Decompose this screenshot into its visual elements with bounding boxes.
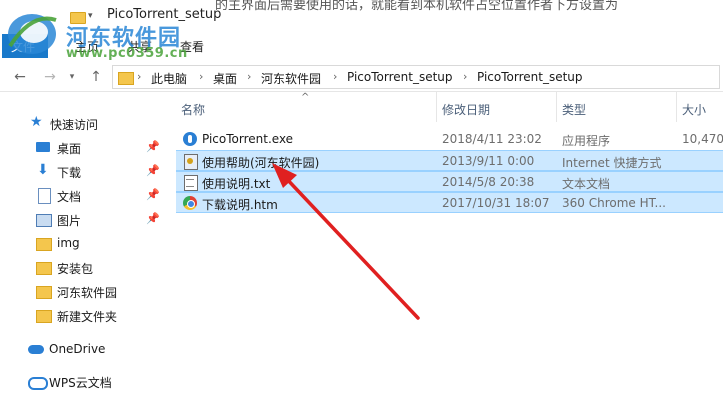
sidebar-item-hedong[interactable]: 河东软件园 bbox=[0, 280, 170, 302]
file-date: 2013/9/11 0:00 bbox=[442, 154, 535, 168]
pin-icon[interactable]: 📌 bbox=[146, 140, 160, 153]
htm-icon bbox=[183, 196, 197, 210]
folder-icon bbox=[36, 284, 52, 299]
sidebar-item-label: 桌面 bbox=[57, 142, 82, 156]
breadcrumb-separator[interactable]: › bbox=[199, 70, 203, 83]
watermark-logo-icon bbox=[8, 14, 57, 54]
column-header-name[interactable]: 名称 bbox=[181, 101, 205, 118]
file-name: 下载说明.htm bbox=[202, 198, 278, 212]
sidebar-item-label: 文档 bbox=[57, 190, 82, 204]
breadcrumb-hedong[interactable]: 河东软件园 bbox=[261, 70, 321, 87]
pin-icon[interactable]: 📌 bbox=[146, 188, 160, 201]
sidebar-item-label: 快速访问 bbox=[50, 118, 99, 132]
file-date: 2017/10/31 18:07 bbox=[442, 196, 550, 210]
file-date: 2018/4/11 23:02 bbox=[442, 132, 542, 146]
sidebar-item-onedrive[interactable]: OneDrive bbox=[0, 338, 170, 360]
breadcrumb-separator[interactable]: › bbox=[463, 70, 467, 83]
table-row[interactable]: 使用说明.txt 2014/5/8 20:38 文本文档 bbox=[176, 171, 723, 192]
sidebar-item-desktop[interactable]: 桌面 📌 bbox=[0, 136, 170, 158]
document-icon bbox=[36, 188, 51, 204]
sidebar-item-install-packages[interactable]: 安装包 bbox=[0, 256, 170, 278]
navigation-pane: 快速访问 桌面 📌 下载 📌 文档 📌 图片 📌 img 安装包 河东软件园 新… bbox=[0, 92, 170, 400]
forward-arrow-icon[interactable]: → bbox=[42, 69, 58, 85]
file-type: Internet 快捷方式 bbox=[562, 156, 662, 170]
title-and-ribbon: ▾ PicoTorrent_setup 的主界面后需要使用的话，就能看到本机软件… bbox=[0, 0, 723, 61]
sidebar-item-label: 新建文件夹 bbox=[57, 310, 118, 324]
breadcrumb-this-pc[interactable]: 此电脑 bbox=[151, 70, 187, 87]
sidebar-item-img[interactable]: img bbox=[0, 232, 170, 254]
column-divider[interactable] bbox=[436, 92, 437, 122]
file-list: ^ 名称 修改日期 类型 大小 PicoTorrent.exe 2018/4/1… bbox=[176, 92, 723, 400]
sidebar-item-label: 下载 bbox=[57, 166, 82, 180]
download-icon bbox=[36, 162, 51, 178]
pin-icon[interactable]: 📌 bbox=[146, 212, 160, 225]
file-name: 使用说明.txt bbox=[202, 177, 271, 191]
exe-icon bbox=[183, 132, 197, 146]
breadcrumb-setup-1[interactable]: PicoTorrent_setup bbox=[347, 70, 453, 84]
column-header-date[interactable]: 修改日期 bbox=[442, 101, 490, 118]
table-row[interactable]: 使用帮助(河东软件园) 2013/9/11 0:00 Internet 快捷方式 bbox=[176, 150, 723, 171]
sidebar-item-label: OneDrive bbox=[49, 342, 106, 356]
file-size: 10,470 bbox=[682, 132, 723, 146]
table-row[interactable]: PicoTorrent.exe 2018/4/11 23:02 应用程序 10,… bbox=[176, 129, 723, 150]
column-header-size[interactable]: 大小 bbox=[682, 101, 706, 118]
file-name: PicoTorrent.exe bbox=[202, 132, 294, 146]
file-type: 应用程序 bbox=[562, 134, 611, 148]
navigation-bar: ← → ▾ ↑ › 此电脑 › 桌面 › 河东软件园 › PicoTorrent… bbox=[0, 62, 723, 92]
folder-icon bbox=[36, 260, 52, 275]
breadcrumb-setup-2[interactable]: PicoTorrent_setup bbox=[477, 70, 583, 84]
sidebar-item-label: 图片 bbox=[57, 214, 82, 228]
up-arrow-icon[interactable]: ↑ bbox=[88, 69, 104, 85]
table-row[interactable]: 下载说明.htm 2017/10/31 18:07 360 Chrome HT.… bbox=[176, 192, 723, 213]
quick-access-dropdown-icon[interactable]: ▾ bbox=[88, 12, 96, 21]
breadcrumb-separator[interactable]: › bbox=[137, 70, 141, 83]
breadcrumb-separator[interactable]: › bbox=[247, 70, 251, 83]
sidebar-item-documents[interactable]: 文档 📌 bbox=[0, 184, 170, 206]
sidebar-item-downloads[interactable]: 下载 📌 bbox=[0, 160, 170, 182]
desktop-icon bbox=[36, 140, 51, 154]
sidebar-item-label: WPS云文档 bbox=[49, 376, 112, 390]
file-type: 文本文档 bbox=[562, 177, 611, 191]
onedrive-icon bbox=[28, 342, 44, 356]
chm-icon bbox=[183, 154, 198, 170]
breadcrumb-desktop[interactable]: 桌面 bbox=[213, 70, 237, 87]
background-text: 的主界面后需要使用的话，就能看到本机软件占空位置作者下方设置为 bbox=[215, 0, 619, 13]
pin-icon[interactable]: 📌 bbox=[146, 164, 160, 177]
column-header-type[interactable]: 类型 bbox=[562, 101, 586, 118]
column-divider[interactable] bbox=[676, 92, 677, 122]
pictures-icon bbox=[36, 212, 52, 227]
file-name: 使用帮助(河东软件园) bbox=[202, 156, 320, 170]
folder-icon bbox=[36, 236, 52, 251]
recent-locations-icon[interactable]: ▾ bbox=[64, 69, 80, 85]
address-bar[interactable]: › 此电脑 › 桌面 › 河东软件园 › PicoTorrent_setup ›… bbox=[112, 65, 720, 89]
sidebar-item-label: 安装包 bbox=[57, 262, 94, 276]
sidebar-item-label: img bbox=[57, 236, 80, 250]
back-arrow-icon[interactable]: ← bbox=[12, 69, 28, 85]
txt-icon bbox=[183, 175, 198, 191]
sidebar-item-label: 河东软件园 bbox=[57, 286, 118, 300]
column-divider[interactable] bbox=[556, 92, 557, 122]
sort-caret-icon: ^ bbox=[301, 92, 310, 103]
sidebar-item-new-folder[interactable]: 新建文件夹 bbox=[0, 304, 170, 326]
star-icon bbox=[30, 114, 45, 130]
watermark-url: www.pc0359.cn bbox=[66, 46, 188, 61]
sidebar-item-quick-access[interactable]: 快速访问 bbox=[0, 112, 170, 134]
sidebar-item-pictures[interactable]: 图片 📌 bbox=[0, 208, 170, 230]
breadcrumb-separator[interactable]: › bbox=[333, 70, 337, 83]
folder-icon bbox=[36, 308, 52, 323]
sidebar-item-wps-cloud[interactable]: WPS云文档 bbox=[0, 370, 170, 392]
wps-cloud-icon bbox=[28, 374, 48, 390]
folder-icon bbox=[118, 71, 134, 85]
file-type: 360 Chrome HT... bbox=[562, 196, 666, 210]
file-date: 2014/5/8 20:38 bbox=[442, 175, 535, 189]
